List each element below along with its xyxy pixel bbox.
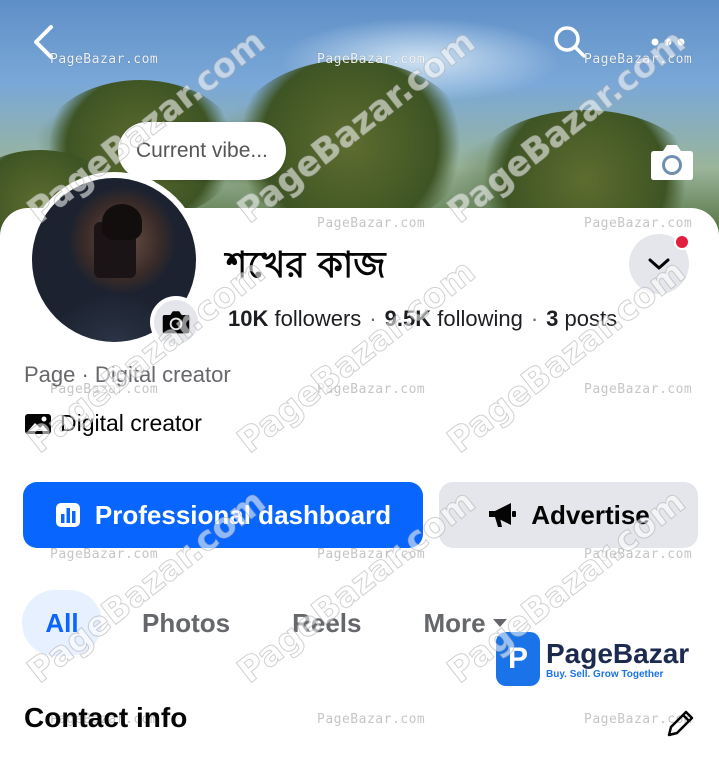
watermark-text: PageBazar.com — [317, 216, 426, 231]
pagebazar-logo: P PageBazar Buy. Sell. Grow Together — [496, 632, 689, 686]
chevron-down-icon — [648, 258, 670, 270]
profile-tabs: All Photos Reels More — [22, 590, 508, 656]
following-label[interactable]: following — [437, 306, 523, 331]
followers-count[interactable]: 10K — [228, 306, 268, 331]
advertise-button[interactable]: Advertise — [439, 482, 698, 548]
watermark-text: PageBazar.com — [317, 547, 426, 562]
watermark-text: PageBazar.com — [584, 216, 693, 231]
brand-tagline: Buy. Sell. Grow Together — [546, 668, 664, 680]
tab-all[interactable]: All — [22, 590, 102, 656]
watermark-text: PageBazar.com — [584, 547, 693, 562]
profile-stats: 10K followers · 9.5K following · 3 posts — [228, 306, 617, 332]
edit-cover-photo-button[interactable] — [648, 140, 696, 184]
notification-dot — [674, 234, 690, 250]
camera-icon — [162, 311, 190, 334]
advertise-label: Advertise — [531, 499, 650, 530]
caret-down-icon — [492, 619, 507, 627]
tab-more[interactable]: More — [424, 590, 508, 656]
tab-reels[interactable]: Reels — [292, 590, 361, 656]
tab-photos[interactable]: Photos — [142, 590, 230, 656]
camera-icon — [651, 145, 693, 180]
watermark-text: PageBazar.com — [584, 52, 693, 67]
edit-profile-picture-button[interactable] — [150, 296, 202, 348]
creator-detail: Digital creator — [24, 410, 202, 437]
watermark-text: PageBazar.com — [50, 547, 159, 562]
stats-separator: · — [369, 306, 377, 331]
pagebazar-bag-icon: P — [496, 632, 540, 686]
stats-separator: · — [530, 306, 539, 331]
brand-name: PageBazar — [546, 637, 690, 669]
note-text: Current vibe... — [136, 139, 268, 162]
megaphone-icon — [489, 503, 517, 527]
professional-dashboard-label: Professional dashboard — [94, 499, 392, 530]
following-count[interactable]: 9.5K — [385, 306, 431, 331]
posts-label: posts — [564, 306, 618, 331]
pencil-icon — [667, 710, 694, 737]
more-dots-icon — [651, 38, 685, 46]
page-name: শখের কাজ — [226, 245, 386, 286]
watermark-text: PageBazar.com — [317, 382, 426, 397]
watermark-text: PageBazar.com — [584, 382, 693, 397]
posts-count: 3 — [546, 306, 559, 331]
photos-icon — [25, 413, 51, 434]
search-icon — [554, 26, 586, 58]
followers-label[interactable]: followers — [274, 306, 361, 331]
note-bubble[interactable]: Current vibe... — [118, 122, 286, 180]
professional-dashboard-button[interactable]: Professional dashboard — [23, 482, 423, 548]
dashboard-chart-icon — [55, 503, 80, 527]
page-category: Page · Digital creator — [24, 362, 231, 387]
edit-contact-info-button[interactable] — [660, 704, 700, 744]
watermark-text: PageBazar.com — [50, 52, 159, 67]
contact-info-title: Contact info — [24, 702, 188, 733]
watermark-text: PageBazar.com — [317, 712, 426, 727]
watermark-text: PageBazar.com — [317, 52, 426, 67]
creator-label: Digital creator — [60, 410, 202, 436]
